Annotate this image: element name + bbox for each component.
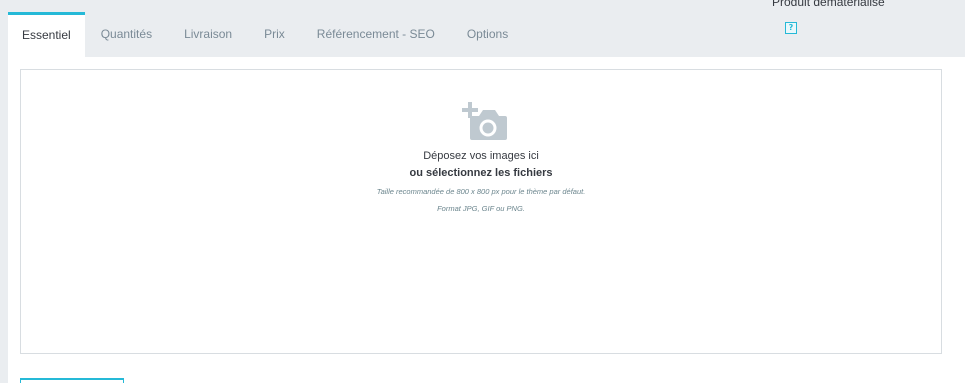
left-strip <box>0 0 8 383</box>
partial-button[interactable] <box>20 378 124 383</box>
tab-prix[interactable]: Prix <box>248 12 301 57</box>
tab-quantites[interactable]: Quantités <box>85 12 168 57</box>
tab-panel: Déposez vos images ici ou sélectionnez l… <box>8 57 965 383</box>
dropzone-title: Déposez vos images ici <box>423 150 539 162</box>
format-hint: Format JPG, GIF ou PNG. <box>437 204 525 213</box>
recommended-size-hint: Taille recommandée de 800 x 800 px pour … <box>376 187 586 196</box>
select-files-link[interactable]: ou sélectionnez les fichiers <box>21 167 941 179</box>
image-dropzone[interactable]: Déposez vos images ici ou sélectionnez l… <box>20 69 942 354</box>
tab-options[interactable]: Options <box>451 12 524 57</box>
dematerialise-label: Produit dématérialisé <box>772 0 885 9</box>
tab-livraison[interactable]: Livraison <box>168 12 248 57</box>
tab-referencement-seo[interactable]: Référencement - SEO <box>301 12 451 57</box>
tab-bar: Essentiel Quantités Livraison Prix Référ… <box>8 0 965 57</box>
help-icon[interactable]: ? <box>785 22 797 34</box>
tab-list: Essentiel Quantités Livraison Prix Référ… <box>8 12 524 57</box>
tab-essentiel[interactable]: Essentiel <box>8 12 85 57</box>
product-editor: Essentiel Quantités Livraison Prix Référ… <box>0 0 965 383</box>
add-photo-icon <box>462 102 507 140</box>
